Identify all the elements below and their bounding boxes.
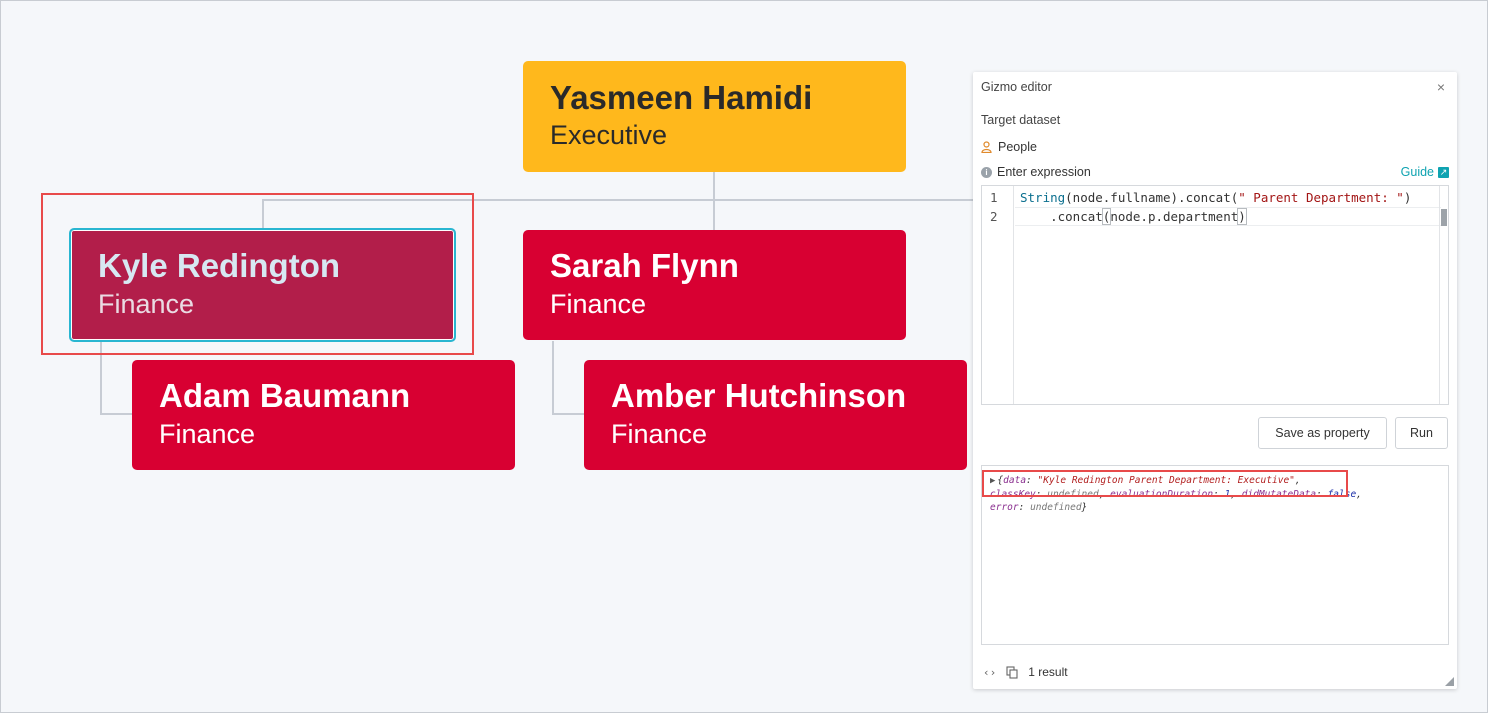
code-token: node.p.department	[1110, 209, 1239, 224]
output-key: classKey	[990, 489, 1036, 500]
result-count: 1 result	[1028, 665, 1068, 679]
output-value: "Kyle Redington Parent Department: Execu…	[1037, 475, 1295, 486]
dataset-selector[interactable]: People	[981, 140, 1037, 154]
target-dataset-label: Target dataset	[981, 113, 1061, 127]
code-token: .concat	[1020, 209, 1103, 224]
node-name: Adam Baumann	[159, 377, 411, 415]
code-line-1: String(node.fullname).concat(" Parent De…	[1020, 190, 1411, 205]
scrollbar-thumb[interactable]	[1441, 209, 1447, 226]
resize-handle-icon[interactable]	[1445, 677, 1454, 686]
connector	[713, 199, 715, 230]
expression-label: Enter expression	[997, 165, 1091, 179]
output-key: data	[1003, 475, 1027, 486]
output-value: undefined	[1030, 502, 1082, 513]
editor-scrollbar[interactable]	[1439, 186, 1448, 404]
code-line-2: .concat(node.p.department)	[1020, 208, 1247, 225]
output-line: classKey: undefined, evaluationDuration:…	[990, 489, 1362, 500]
node-department: Finance	[550, 288, 647, 319]
expand-triangle-icon[interactable]: ▶	[990, 476, 995, 486]
org-node[interactable]: Amber Hutchinson Finance	[584, 360, 967, 470]
dataset-name: People	[998, 140, 1037, 154]
close-icon[interactable]: ×	[1437, 79, 1445, 95]
code-braces-icon[interactable]: ‹›	[983, 666, 996, 679]
code-token: )	[1403, 190, 1412, 205]
output-value: false	[1327, 489, 1357, 500]
result-output: ▶ {data: "Kyle Redington Parent Departmen…	[981, 465, 1449, 645]
node-name: Yasmeen Hamidi	[550, 78, 813, 116]
code-token: )	[1237, 208, 1247, 225]
panel-title: Gizmo editor	[981, 80, 1052, 94]
guide-link[interactable]: Guide ↗	[1401, 165, 1449, 179]
line-number: 1	[990, 190, 998, 205]
connector	[100, 341, 102, 414]
output-value: 1	[1224, 489, 1231, 500]
org-node-selected[interactable]: Kyle Redington Finance	[69, 228, 456, 342]
save-as-property-button[interactable]: Save as property	[1258, 417, 1387, 449]
line-gutter: 1 2	[982, 186, 1014, 404]
connector	[713, 172, 715, 200]
code-token: (node.fullname).concat(	[1065, 190, 1239, 205]
connector	[100, 413, 133, 415]
node-name: Amber Hutchinson	[611, 377, 907, 415]
code-token: " Parent Department: "	[1238, 190, 1404, 205]
org-node[interactable]: Adam Baumann Finance	[132, 360, 515, 470]
info-icon: i	[981, 166, 992, 178]
panel-footer: ‹› 1 result	[983, 665, 1068, 679]
connector	[262, 199, 264, 229]
connector	[262, 199, 975, 201]
code-token: String	[1020, 190, 1066, 205]
node-department: Finance	[159, 418, 256, 449]
expression-label-row: i Enter expression	[981, 165, 1091, 179]
run-button[interactable]: Run	[1395, 417, 1448, 449]
node-department: Finance	[611, 418, 708, 449]
node-name: Kyle Redington	[98, 247, 341, 285]
connector	[552, 341, 554, 414]
output-line: error: undefined}	[990, 502, 1088, 513]
expression-editor[interactable]: 1 2 String(node.fullname).concat(" Paren…	[981, 185, 1449, 405]
connector	[552, 413, 585, 415]
output-key: didMutateData	[1241, 489, 1317, 500]
gizmo-editor-panel: Gizmo editor × Target dataset People i E…	[973, 72, 1457, 689]
line-number: 2	[990, 209, 998, 224]
output-key: error	[990, 502, 1019, 513]
copy-icon[interactable]	[1006, 665, 1018, 679]
output-value: undefined	[1047, 489, 1099, 500]
person-icon	[981, 141, 992, 153]
guide-label: Guide	[1400, 165, 1434, 179]
org-node[interactable]: Sarah Flynn Finance	[523, 230, 906, 340]
output-line: ▶ {data: "Kyle Redington Parent Departmen…	[990, 475, 1301, 486]
org-node-root[interactable]: Yasmeen Hamidi Executive	[523, 61, 906, 172]
external-link-icon: ↗	[1438, 166, 1449, 178]
output-key: evaluationDuration	[1110, 489, 1214, 500]
output-token: }	[1081, 502, 1088, 513]
node-name: Sarah Flynn	[550, 247, 739, 285]
node-department: Finance	[98, 288, 195, 319]
node-department: Executive	[550, 120, 668, 151]
